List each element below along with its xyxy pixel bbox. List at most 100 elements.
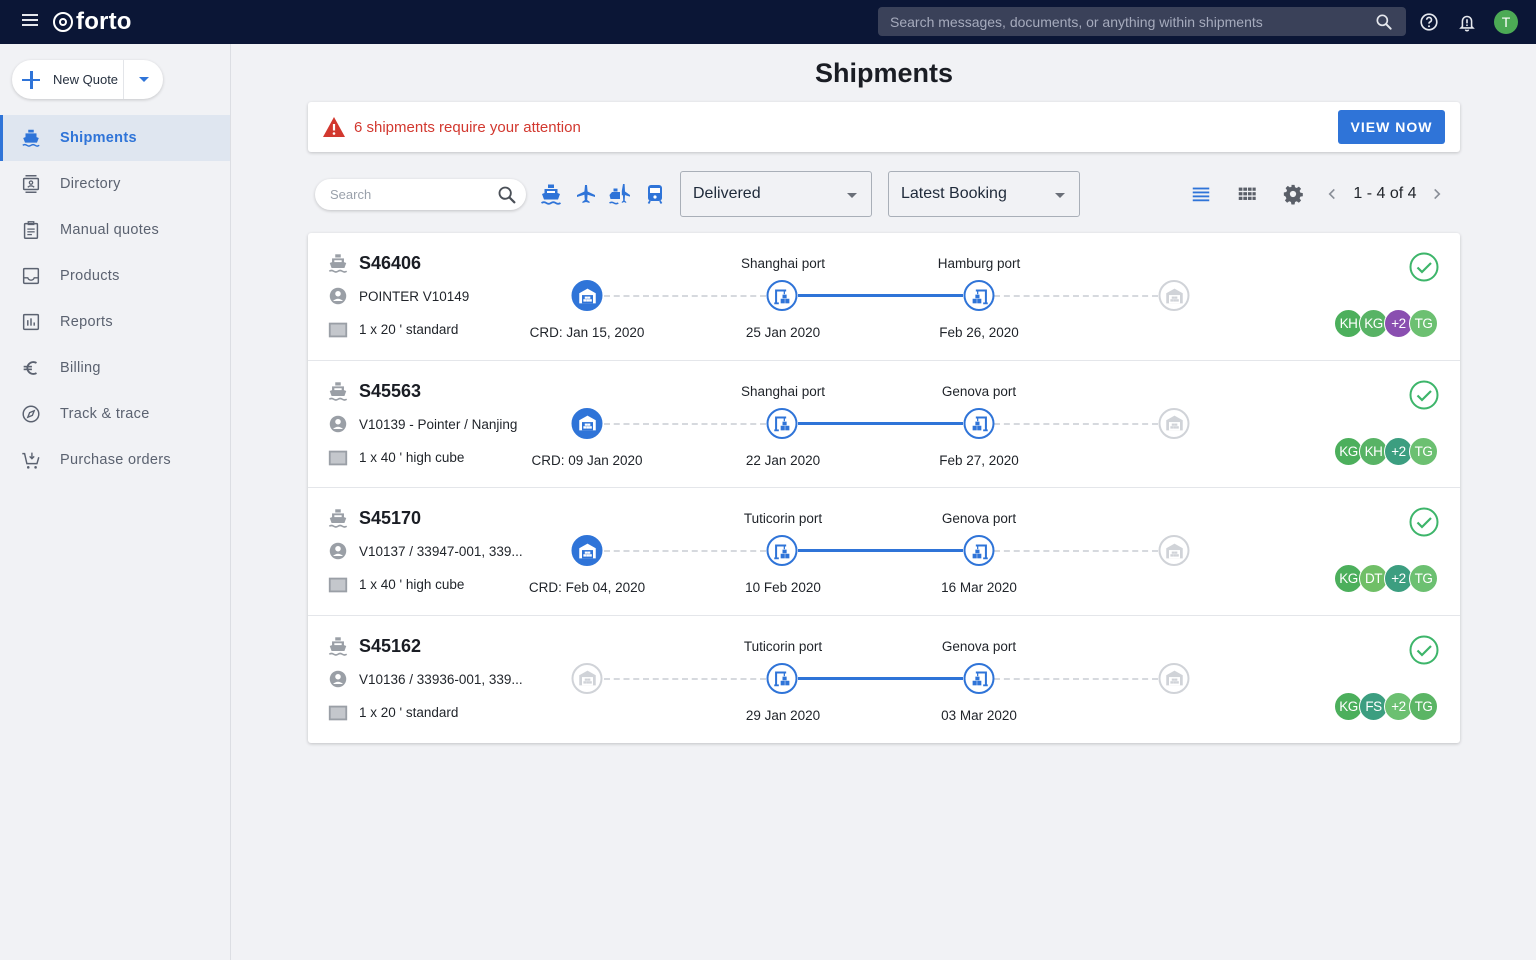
port-of-discharge-node[interactable] xyxy=(963,280,995,311)
pre-carriage-line xyxy=(604,550,766,552)
cart-icon xyxy=(20,449,42,471)
port-of-discharge-node[interactable] xyxy=(963,407,995,439)
shipment-search[interactable] xyxy=(315,179,526,210)
top-bar: forto T xyxy=(0,0,1536,44)
help-icon[interactable] xyxy=(1418,11,1440,33)
destination-warehouse-node[interactable] xyxy=(1158,535,1190,566)
ocean-air-filter-icon[interactable] xyxy=(608,182,632,206)
port-of-loading-node[interactable] xyxy=(766,407,798,439)
origin-warehouse-node[interactable] xyxy=(571,280,603,311)
forto-logo[interactable]: forto xyxy=(53,8,132,36)
search-icon[interactable] xyxy=(1374,12,1394,32)
menu-icon[interactable] xyxy=(22,14,38,28)
new-quote-dropdown-button[interactable] xyxy=(124,60,163,99)
sidebar-item-reports[interactable]: Reports xyxy=(0,299,230,345)
person-icon xyxy=(329,542,347,560)
sidebar-item-label: Purchase orders xyxy=(60,452,171,468)
status-filter-select[interactable]: Delivered xyxy=(680,171,872,217)
global-search-input[interactable] xyxy=(890,13,1374,30)
caret-down-icon xyxy=(138,77,149,82)
logo-mark-icon xyxy=(53,12,73,32)
destination-warehouse-node[interactable] xyxy=(1158,280,1190,311)
origin-date: CRD: Feb 04, 2020 xyxy=(528,580,646,595)
container-icon xyxy=(328,705,348,720)
euro-icon xyxy=(20,357,42,379)
sidebar-item-label: Reports xyxy=(60,314,113,330)
port-of-loading-label: Shanghai port xyxy=(740,383,826,399)
port-crane-icon xyxy=(773,416,789,432)
shipment-id[interactable]: S45563 xyxy=(359,381,421,402)
search-icon[interactable] xyxy=(496,184,518,206)
destination-warehouse-node[interactable] xyxy=(1158,407,1190,439)
port-crane-icon xyxy=(773,671,789,687)
port-of-loading-node[interactable] xyxy=(766,535,798,566)
sidebar-item-directory[interactable]: Directory xyxy=(0,161,230,207)
rail-filter-icon[interactable] xyxy=(643,182,667,206)
shipment-search-input[interactable] xyxy=(330,187,496,202)
port-of-discharge-node[interactable] xyxy=(963,535,995,566)
port-of-loading-label: Tuticorin port xyxy=(743,511,823,526)
sidebar-item-label: Products xyxy=(60,268,120,284)
next-page-icon[interactable] xyxy=(1426,183,1448,205)
warehouse-icon xyxy=(578,543,596,558)
air-filter-icon[interactable] xyxy=(574,182,598,206)
shipment-row[interactable]: S45170 V10137 / 33947-001, 339... 1 x 40… xyxy=(308,488,1460,616)
grid-view-icon[interactable] xyxy=(1236,183,1258,205)
port-of-loading-node[interactable] xyxy=(766,280,798,311)
port-of-discharge-label: Genova port xyxy=(941,638,1017,654)
port-of-discharge-node[interactable] xyxy=(963,662,995,694)
team-member-avatar[interactable]: TG xyxy=(1409,564,1438,593)
origin-warehouse-node[interactable] xyxy=(571,407,603,439)
shipment-id[interactable]: S45170 xyxy=(359,508,421,529)
dropdown-caret-icon xyxy=(1055,193,1065,198)
view-now-button[interactable]: VIEW NOW xyxy=(1338,110,1445,144)
origin-warehouse-node[interactable] xyxy=(571,662,603,694)
ship-icon xyxy=(328,509,348,528)
status-filter-value: Delivered xyxy=(693,185,761,202)
warehouse-icon xyxy=(1165,288,1183,303)
sort-select[interactable]: Latest Booking xyxy=(888,171,1080,217)
notification-bell-icon[interactable] xyxy=(1456,11,1478,33)
sidebar-item-billing[interactable]: Billing xyxy=(0,345,230,391)
container-icon xyxy=(328,577,348,593)
port-of-discharge-label: Genova port xyxy=(941,383,1017,399)
sidebar-item-track-trace[interactable]: Track & trace xyxy=(0,391,230,437)
sidebar-item-products[interactable]: Products xyxy=(0,253,230,299)
shipment-row[interactable]: S46406 POINTER V10149 1 x 20 ' standard … xyxy=(308,233,1460,361)
previous-page-icon[interactable] xyxy=(1321,183,1343,205)
sidebar-item-purchase-orders[interactable]: Purchase orders xyxy=(0,437,230,483)
attention-alert: 6 shipments require your attention VIEW … xyxy=(308,102,1460,152)
delivered-check-icon xyxy=(1409,380,1439,409)
sidebar-item-shipments[interactable]: Shipments xyxy=(0,115,230,161)
team-member-avatar[interactable]: TG xyxy=(1409,309,1438,338)
origin-warehouse-node[interactable] xyxy=(571,535,603,566)
sidebar-item-label: Directory xyxy=(60,176,121,192)
team-member-avatar[interactable]: TG xyxy=(1409,436,1438,466)
main-leg-line xyxy=(798,549,963,552)
settings-gear-icon[interactable] xyxy=(1282,183,1304,205)
warehouse-icon xyxy=(1165,670,1183,686)
user-avatar[interactable]: T xyxy=(1494,10,1518,34)
port-of-discharge-label: Hamburg port xyxy=(937,256,1021,271)
shipment-id[interactable]: S45162 xyxy=(359,636,421,657)
global-search[interactable] xyxy=(878,7,1406,36)
list-view-icon[interactable] xyxy=(1190,183,1212,205)
person-icon xyxy=(329,670,347,687)
shipment-id[interactable]: S46406 xyxy=(359,253,421,274)
container-icon xyxy=(328,322,348,338)
ocean-filter-icon[interactable] xyxy=(539,182,563,206)
sidebar-nav: Shipments Directory Manual quotes Produc… xyxy=(0,115,230,483)
sidebar-item-manual-quotes[interactable]: Manual quotes xyxy=(0,207,230,253)
port-of-loading-node[interactable] xyxy=(766,662,798,694)
team-member-avatar[interactable]: TG xyxy=(1409,691,1438,721)
new-quote-button[interactable]: New Quote xyxy=(12,60,124,99)
main-leg-line xyxy=(798,676,963,680)
ship-icon xyxy=(328,636,348,656)
new-quote-label: New Quote xyxy=(53,72,119,87)
shipment-row[interactable]: S45162 V10136 / 33936-001, 339... 1 x 20… xyxy=(308,616,1460,744)
destination-warehouse-node[interactable] xyxy=(1158,662,1190,694)
on-carriage-line xyxy=(994,295,1158,297)
shipment-list: S46406 POINTER V10149 1 x 20 ' standard … xyxy=(308,233,1460,743)
shipment-row[interactable]: S45563 V10139 - Pointer / Nanjing 1 x 40… xyxy=(308,361,1460,488)
sidebar-item-label: Manual quotes xyxy=(60,222,160,238)
